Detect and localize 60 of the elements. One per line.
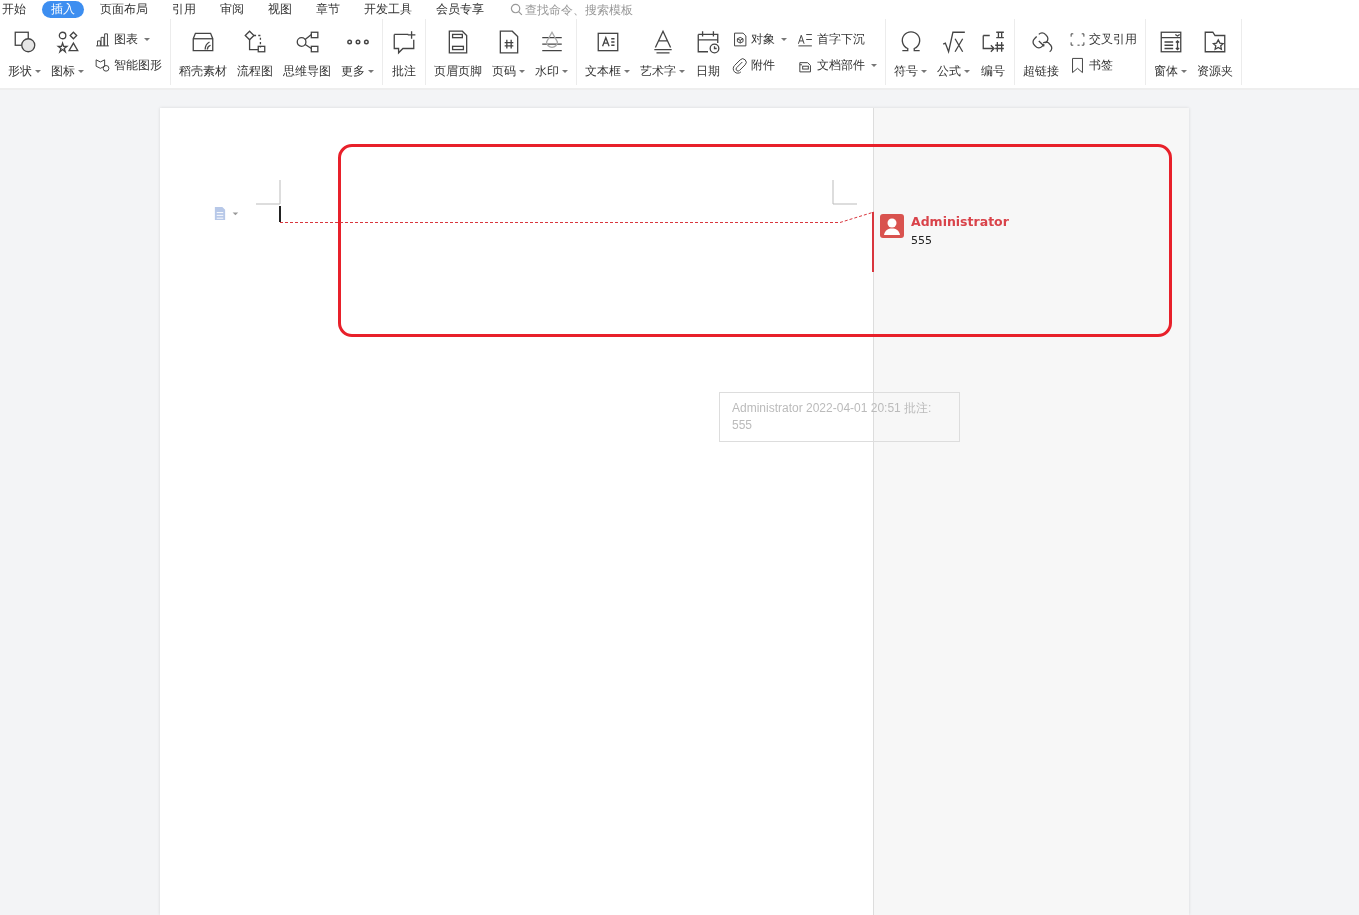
toolbar-button[interactable]: 水印	[531, 25, 572, 80]
menu-tab[interactable]: 会员专享	[424, 1, 496, 18]
text-cursor	[279, 206, 281, 222]
toolbar-button[interactable]: 资源夹	[1193, 25, 1237, 80]
toolbar-button[interactable]: 思维导图	[279, 25, 335, 80]
toolbar-button[interactable]: 稻壳素材	[175, 25, 231, 80]
comment-icon	[391, 29, 417, 55]
toolbar-button[interactable]: 附件	[727, 55, 791, 75]
toolbar-button[interactable]: 文本框	[581, 25, 634, 80]
menu-tab[interactable]: 开发工具	[352, 1, 424, 18]
paperclip-icon	[731, 56, 748, 74]
comment-card[interactable]: Administrator 555	[872, 212, 1052, 272]
bracket-icon	[1069, 30, 1086, 48]
more-icon	[346, 39, 369, 45]
toolbar-button[interactable]: 编号	[976, 25, 1010, 80]
comment-text: 555	[911, 234, 933, 247]
formula-icon	[940, 29, 967, 55]
menu-tab[interactable]: 审阅	[208, 1, 256, 18]
symbols-icon	[54, 29, 81, 55]
margin-mark	[832, 180, 857, 205]
search-icon	[510, 3, 523, 16]
numbering-icon	[980, 29, 1006, 55]
toolbar-button[interactable]: 首字下沉	[793, 29, 881, 49]
comment-author: Administrator	[911, 214, 1009, 230]
bookmark-icon	[1069, 56, 1086, 74]
toolbar-button[interactable]: 符号	[890, 25, 931, 80]
folder-star-icon	[1202, 29, 1228, 55]
margin-mark	[256, 180, 281, 205]
toolbar-button[interactable]: 交叉引用	[1065, 29, 1141, 49]
tooltip-text: 555	[732, 417, 753, 434]
menu-tab[interactable]: 引用	[160, 1, 208, 18]
calendar-icon	[695, 29, 721, 55]
toolbar-button[interactable]: 页眉页脚	[430, 25, 486, 80]
menu-tab[interactable]: 章节	[304, 1, 352, 18]
menu-tab[interactable]: 开始	[0, 1, 38, 18]
toolbar-button[interactable]: 艺术字	[636, 25, 689, 80]
tooltip-header: Administrator 2022-04-01 20:51 批注:	[732, 400, 932, 417]
toolbar-button[interactable]: 智能图形	[90, 55, 166, 75]
toolbar-button[interactable]: 超链接	[1019, 25, 1063, 80]
toolbar-button[interactable]: 图表	[90, 29, 166, 49]
menu-tab[interactable]: 视图	[256, 1, 304, 18]
toolbar-button[interactable]: 日期	[691, 25, 725, 80]
toolbar-button[interactable]: 对象	[727, 29, 791, 49]
toolbar-button[interactable]: 文档部件	[793, 55, 881, 75]
toolbar-button[interactable]: 页码	[488, 25, 529, 80]
menu-tab[interactable]: 页面布局	[88, 1, 160, 18]
toolbar-button[interactable]: 流程图	[233, 25, 277, 80]
avatar-icon	[880, 214, 904, 238]
toolbar-button[interactable]: 图标	[47, 25, 88, 80]
toolbar-button[interactable]: 公式	[933, 25, 974, 80]
toolbar-button[interactable]: 书签	[1065, 55, 1141, 75]
toolbar-button[interactable]: 窗体	[1150, 25, 1191, 80]
cube-icon	[731, 30, 748, 48]
toolbar-button[interactable]: 批注	[387, 25, 421, 80]
mind-map-icon	[294, 29, 320, 55]
search-field[interactable]: 查找命令、搜索模板	[510, 2, 655, 17]
toolbar-button[interactable]: 更多	[337, 25, 378, 80]
toolbar-button[interactable]: 形状	[4, 25, 45, 80]
flowchart-icon	[242, 29, 268, 55]
bar-chart-icon	[94, 30, 111, 48]
